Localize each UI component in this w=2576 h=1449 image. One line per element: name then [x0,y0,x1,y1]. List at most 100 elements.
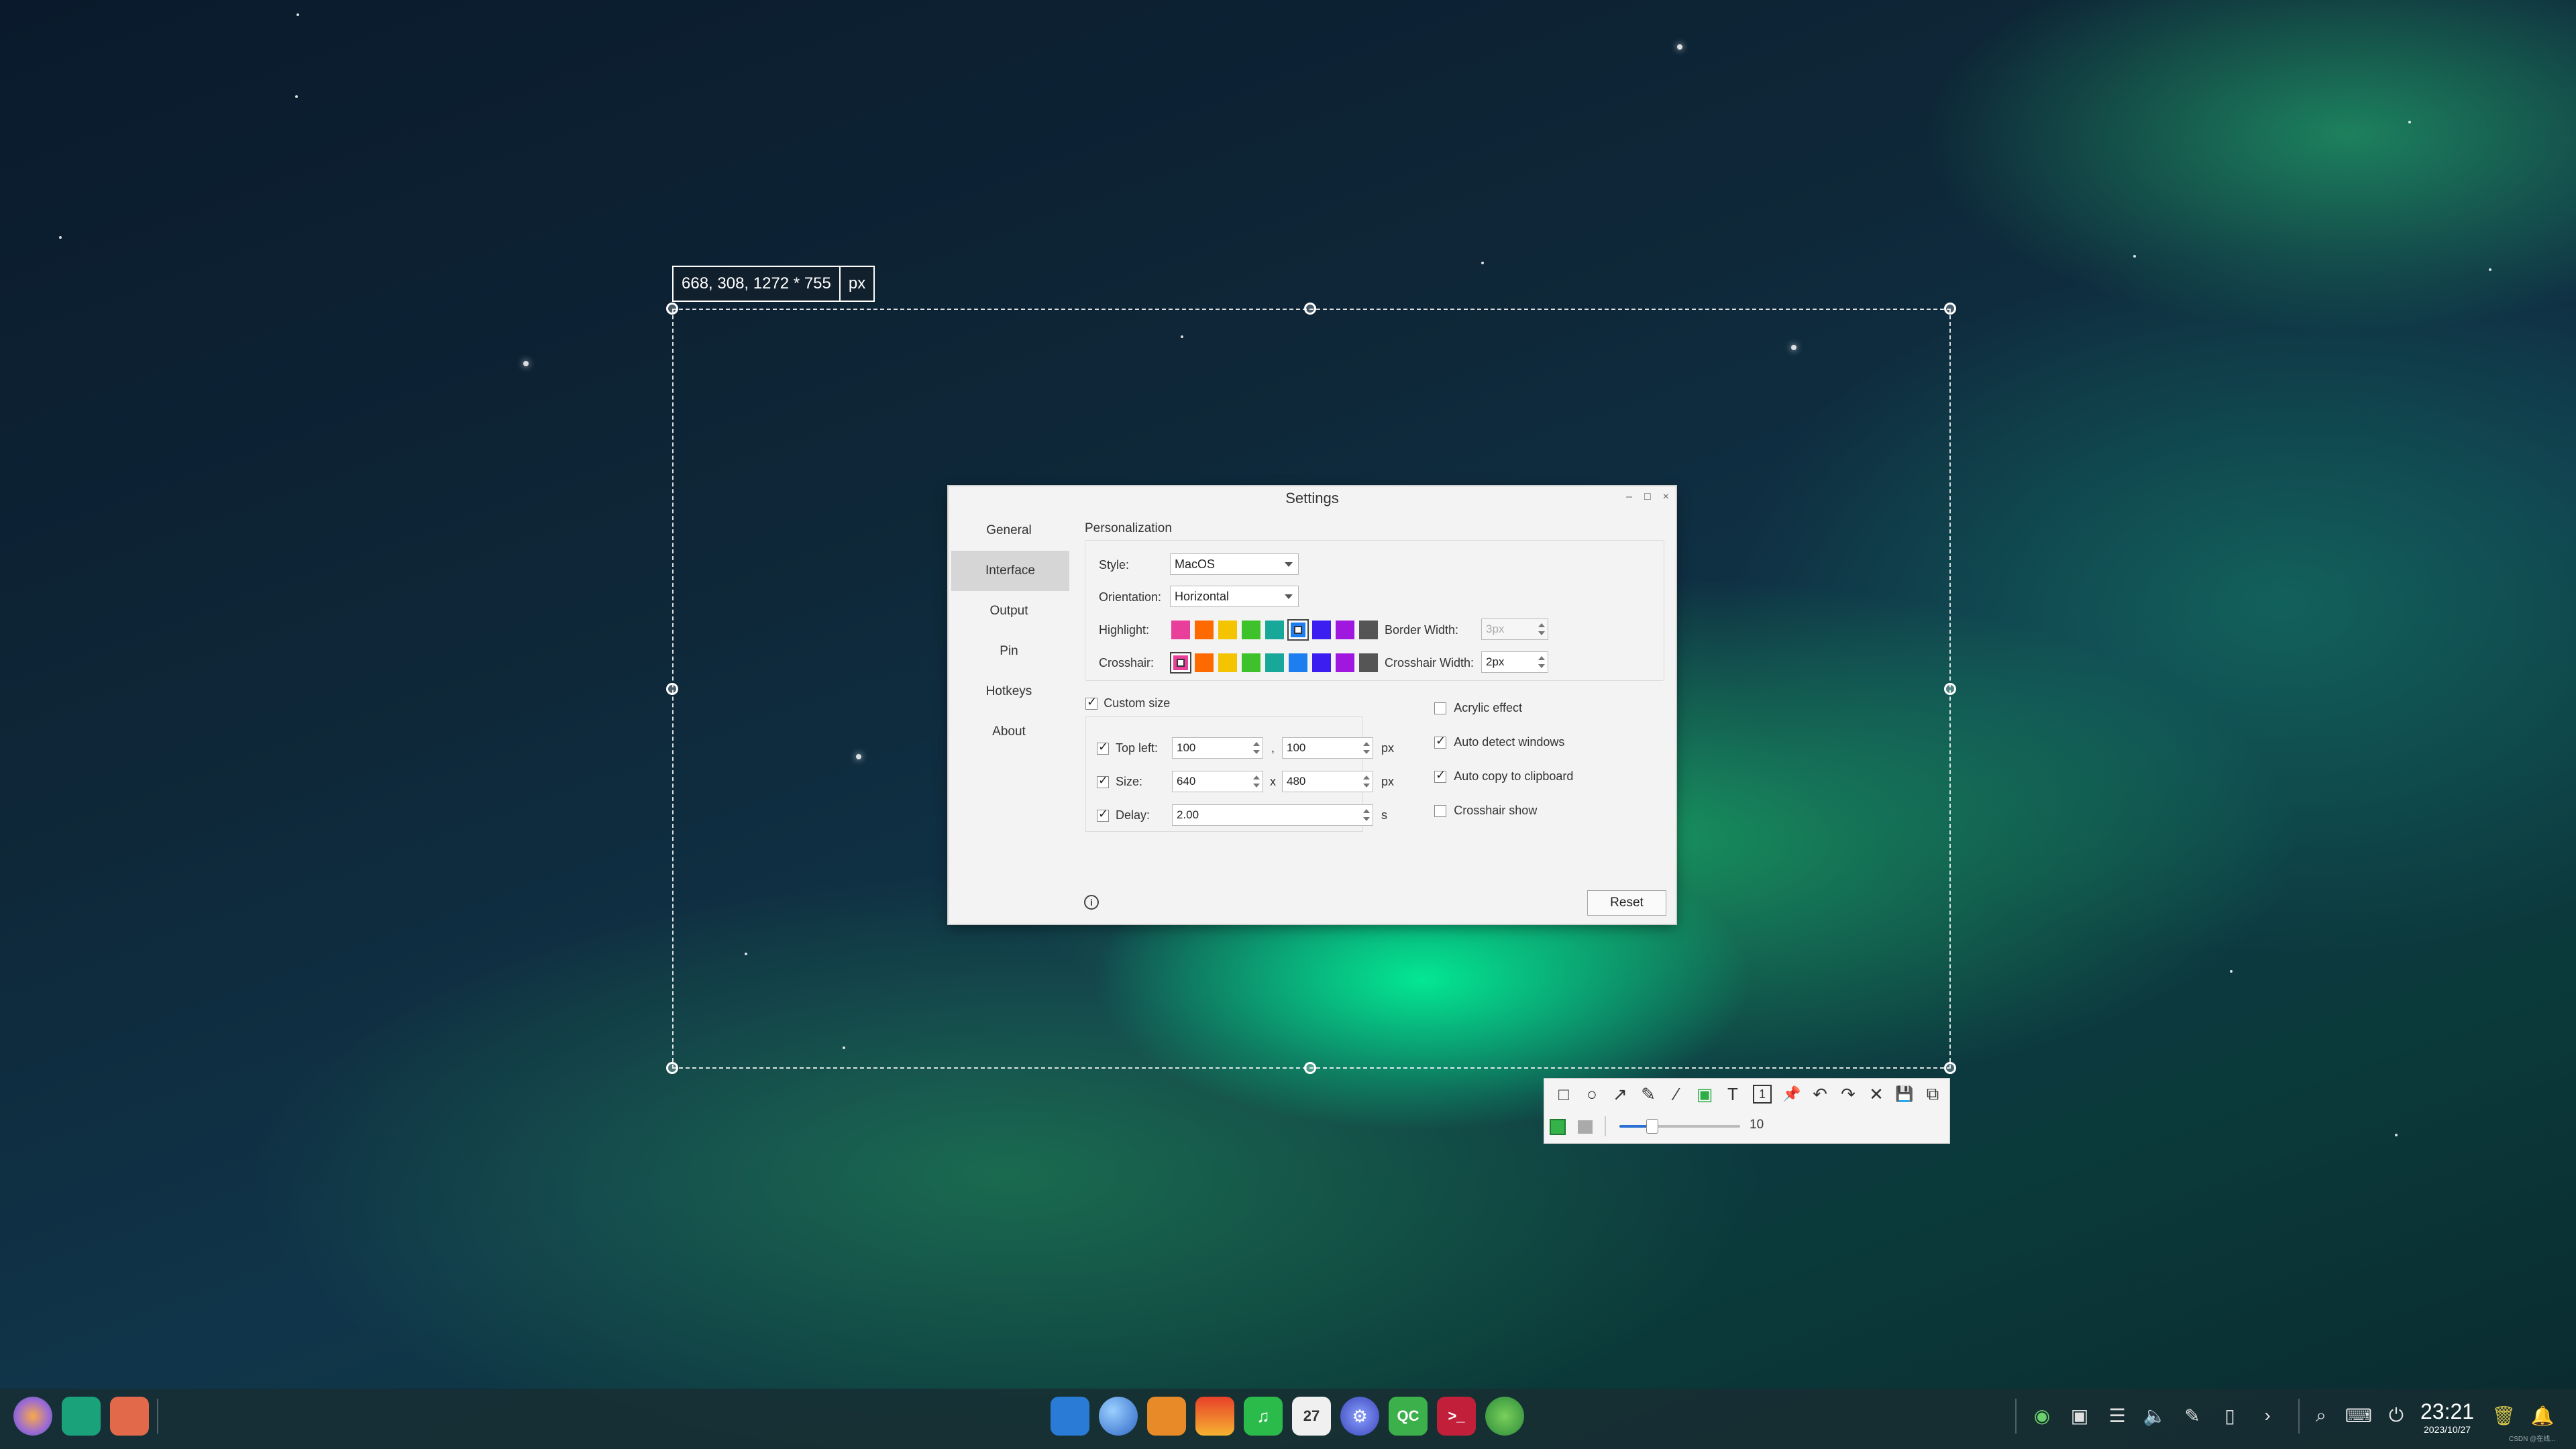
calendar-icon[interactable]: 27 [1292,1397,1331,1436]
maximize-button[interactable]: □ [1644,486,1651,508]
tray-edit-icon[interactable]: ✎ [2179,1402,2206,1429]
resize-handle-top-right[interactable] [1944,303,1956,315]
highlight-color-swatch[interactable] [1265,621,1284,639]
crosshair-color-swatch[interactable] [1312,653,1331,672]
option-acrylic-effect[interactable]: Acrylic effect [1434,701,1522,716]
crosshair-color-swatch[interactable] [1170,652,1191,674]
clock[interactable]: 23:21 2023/10/27 [2420,1399,2474,1435]
crosshair-color-swatch[interactable] [1265,653,1284,672]
resize-handle-left[interactable] [666,683,678,695]
sidebar-item-general[interactable]: General [949,511,1069,551]
power-icon[interactable]: ⏻ [2383,1402,2410,1429]
tray-display-icon[interactable]: ▣ [2066,1402,2093,1429]
multitask-view-icon[interactable] [62,1397,101,1436]
image-viewer-icon[interactable] [1195,1397,1234,1436]
rectangle-tool-icon[interactable]: □ [1550,1081,1578,1108]
sidebar-item-pin[interactable]: Pin [949,631,1069,672]
size-height-input[interactable]: 480 [1282,771,1373,792]
qt-creator-icon[interactable]: QC [1389,1397,1428,1436]
border-width-spinbox[interactable]: 3px [1481,619,1548,640]
marker-tool-icon[interactable]: ⁄ [1662,1081,1690,1108]
copy-tool-icon[interactable]: ⧉ [1919,1081,1947,1108]
launcher-icon[interactable] [13,1397,52,1436]
highlight-color-swatch[interactable] [1287,619,1309,641]
orientation-select[interactable]: Horizontal [1170,586,1299,607]
highlight-color-swatch[interactable] [1336,621,1354,639]
tray-expand-icon[interactable]: › [2254,1402,2281,1429]
fill-color-icon[interactable] [1550,1119,1566,1135]
trash-icon[interactable]: 🗑 [2490,1402,2517,1429]
slider-knob[interactable] [1646,1119,1658,1134]
delay-input[interactable]: 2.00 [1172,804,1373,826]
resize-handle-top-left[interactable] [666,303,678,315]
keyboard-icon[interactable]: ⌨ [2345,1402,2372,1429]
notification-bell-icon[interactable]: 🔔 [2529,1402,2556,1429]
counter-tool-icon[interactable]: 1 [1753,1085,1772,1104]
crosshair-color-swatch[interactable] [1242,653,1260,672]
mosaic-style-icon[interactable] [1578,1120,1593,1134]
sidebar-item-hotkeys[interactable]: Hotkeys [949,672,1069,712]
option-auto-detect-windows[interactable]: Auto detect windows [1434,734,1564,750]
pencil-tool-icon[interactable]: ✎ [1634,1081,1662,1108]
resize-handle-bottom-right[interactable] [1944,1062,1956,1074]
highlight-color-swatch[interactable] [1218,621,1237,639]
resize-handle-bottom-left[interactable] [666,1062,678,1074]
ellipse-tool-icon[interactable]: ○ [1578,1081,1606,1108]
sidebar-item-interface[interactable]: Interface [951,551,1069,591]
delay-checkbox[interactable] [1097,807,1109,822]
crosshair-color-swatch[interactable] [1218,653,1237,672]
settings-titlebar[interactable]: Settings – □ × [949,486,1676,511]
tray-menu-icon[interactable]: ☰ [2104,1402,2131,1429]
top-left-x-input[interactable]: 100 [1172,737,1263,759]
acrylic-effect-checkbox[interactable] [1434,702,1446,714]
redo-tool-icon[interactable]: ↷ [1834,1081,1862,1108]
archive-manager-icon[interactable] [1147,1397,1186,1436]
app-store-icon[interactable] [1051,1397,1089,1436]
size-checkbox[interactable] [1097,773,1109,788]
highlight-color-swatch[interactable] [1171,621,1190,639]
browser-icon[interactable] [1099,1397,1138,1436]
resize-handle-right[interactable] [1944,683,1956,695]
minimize-button[interactable]: – [1626,486,1632,508]
option-auto-copy[interactable]: Auto copy to clipboard [1434,768,1573,784]
close-button[interactable]: × [1663,486,1669,508]
terminal-icon[interactable]: >_ [1437,1397,1476,1436]
search-icon[interactable]: ⌕ [2308,1402,2334,1429]
info-icon[interactable]: i [1084,895,1099,910]
reset-button[interactable]: Reset [1587,890,1666,916]
tray-screenshot-icon[interactable]: ◉ [2029,1402,2055,1429]
resize-handle-top[interactable] [1304,303,1316,315]
arrow-tool-icon[interactable]: ↗ [1606,1081,1634,1108]
crosshair-width-spinbox[interactable]: 2px [1481,651,1548,673]
crosshair-color-swatch[interactable] [1359,653,1378,672]
highlight-color-swatch[interactable] [1312,621,1331,639]
crosshair-color-swatch[interactable] [1289,653,1307,672]
crosshair-show-checkbox[interactable] [1434,804,1446,817]
crosshair-color-swatch[interactable] [1195,653,1214,672]
highlight-color-swatch[interactable] [1195,621,1214,639]
auto-detect-windows-checkbox[interactable] [1434,734,1446,749]
brush-size-slider[interactable] [1619,1119,1740,1134]
resize-handle-bottom[interactable] [1304,1062,1316,1074]
top-left-y-input[interactable]: 100 [1282,737,1373,759]
crosshair-color-swatch[interactable] [1336,653,1354,672]
size-width-input[interactable]: 640 [1172,771,1263,792]
text-tool-icon[interactable]: T [1719,1081,1747,1108]
settings-gear-icon[interactable]: ⚙ [1340,1397,1379,1436]
app-grid-icon[interactable] [110,1397,149,1436]
pin-tool-icon[interactable]: 📌 [1778,1081,1806,1108]
highlight-color-swatch[interactable] [1359,621,1378,639]
top-left-checkbox[interactable] [1097,740,1109,755]
option-crosshair-show[interactable]: Crosshair show [1434,804,1537,818]
undo-tool-icon[interactable]: ↶ [1806,1081,1834,1108]
music-icon[interactable]: ♫ [1244,1397,1283,1436]
auto-copy-checkbox[interactable] [1434,768,1446,783]
volume-icon[interactable]: 🔈 [2141,1402,2168,1429]
tray-mouse-icon[interactable]: ▯ [2216,1402,2243,1429]
sidebar-item-output[interactable]: Output [949,591,1069,631]
sidebar-item-about[interactable]: About [949,712,1069,752]
screenshot-app-icon[interactable] [1485,1397,1524,1436]
mosaic-tool-icon[interactable]: ▣ [1690,1081,1719,1108]
highlight-color-swatch[interactable] [1242,621,1260,639]
save-tool-icon[interactable]: 💾 [1890,1081,1919,1108]
